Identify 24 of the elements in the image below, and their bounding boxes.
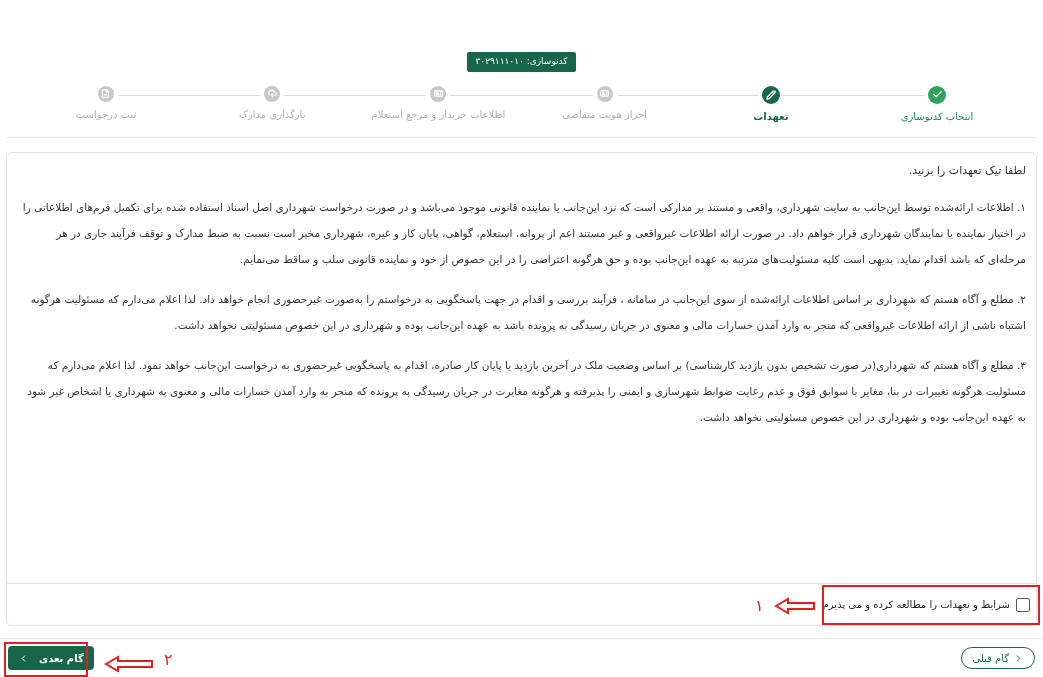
step-label: احراز هویت متقاضی [562, 107, 647, 122]
annotation-arrow-icon [104, 655, 154, 673]
step-icon [433, 89, 443, 98]
next-step-button[interactable]: گام بعدی [8, 646, 94, 670]
pencil-icon [765, 89, 776, 100]
step-label: بارگذاری مدارک [238, 107, 306, 122]
step-label: ثبت درخواست [75, 107, 137, 122]
commitment-paragraph: ۳. مطلع و آگاه هستم که شهرداری(در صورت تشخیص بدون بازدید کارشناسی) بر اساس وضعیت ملک در آخرین بازدید یا پایان کار صادره، اقدام به پاسخگویی غیرحضوری به درخواست این‌جانب خواهد نمود. لذا اعلام می‌دارم که مسئولیت هرگونه تغییرات در بنا، مغایر با سوابق فوق و عدم رعایت ضوابط شهرسازی و ایمنی را پذیرفته و هرگونه مغایرت در جریان رسیدگی به پرونده که منجر به وارد آمدن خسارات مالی و معنوی به شهرداری یا اشخاص غیر شود به عهده این‌جانب بوده و شهرداری در این خصوص مسئولیتی نخواهد داشت. [26, 357, 1026, 426]
annotation-number: ۱ [755, 595, 764, 617]
annotation-arrow-icon [774, 597, 816, 615]
annotation-number: ۲ [164, 649, 173, 671]
agreement-checkbox[interactable] [1016, 597, 1030, 612]
instruction-text: لطفا تیک تعهدات را بزنید. [907, 163, 1026, 179]
step-icon [101, 89, 111, 98]
check-icon [931, 89, 943, 100]
step-icon [600, 89, 610, 98]
commitment-paragraph: ۲. مطلع و آگاه هستم که شهرداری بر اساس اطلاعات ارائه‌شده از سوی این‌جانب در سامانه ، فرآیند بررسی و اقدام در جهت پاسخگویی به درخواستم را به‌صورت غیرحضوری انجام خواهد داد. لذا اعلام می‌دارم که مسئولیت هرگونه اشتباه ناشی از ارائه اطلاعات غیرواقعی که منجر به وارد آمدن خسارات مالی و معنوی در جریان رسیدگی به پرونده باشد به عهده این‌جانب بوده و شهرداری در این خصوص مسئولیتی نخواهد داشت. [29, 291, 1026, 334]
step-icon [267, 89, 277, 98]
chevron-right-icon [1013, 652, 1024, 664]
commitment-paragraph: ۱. اطلاعات ارائه‌شده توسط این‌جانب به سایت شهرداری، واقعی و مستند بر مدارکی است که نزد این‌جانب یا نماینده قانونی موجود می‌باشد و در صورت درخواست شهرداری اصل اسناد استفاده شده برای تکمیل فرم‌های اطلاعاتی را در اختیار نماینده یا نمایندگان شهرداری قرار خواهم داد. در صورت ارائه اطلاعات غیرواقعی و غیر مستند اعم از پروانه، استعلام، گواهی، پایان کار و غیره، شهرداری مخیر است نسبت به ضبط مدارک و توقف فرآیند جاری در هر مرحله‌ای که باشد اقدام نماید. بدیهی است کلیه مسئولیت‌های مترتبه به عهده این‌جانب بوده و حق هرگونه اعتراضی را در این خصوص از خود و نماینده قانونی سلب و ساقط می‌نمایم. [21, 199, 1026, 268]
step-label: اطلاعات خریدار و مرجع استعلام [371, 107, 506, 122]
code-badge: کدنوسازی: ۳۰۲۹۱۱۱۰۱۰ [467, 52, 576, 72]
step-label: انتخاب کدنوسازی [900, 109, 974, 124]
step-label: تعهدات [753, 109, 789, 124]
